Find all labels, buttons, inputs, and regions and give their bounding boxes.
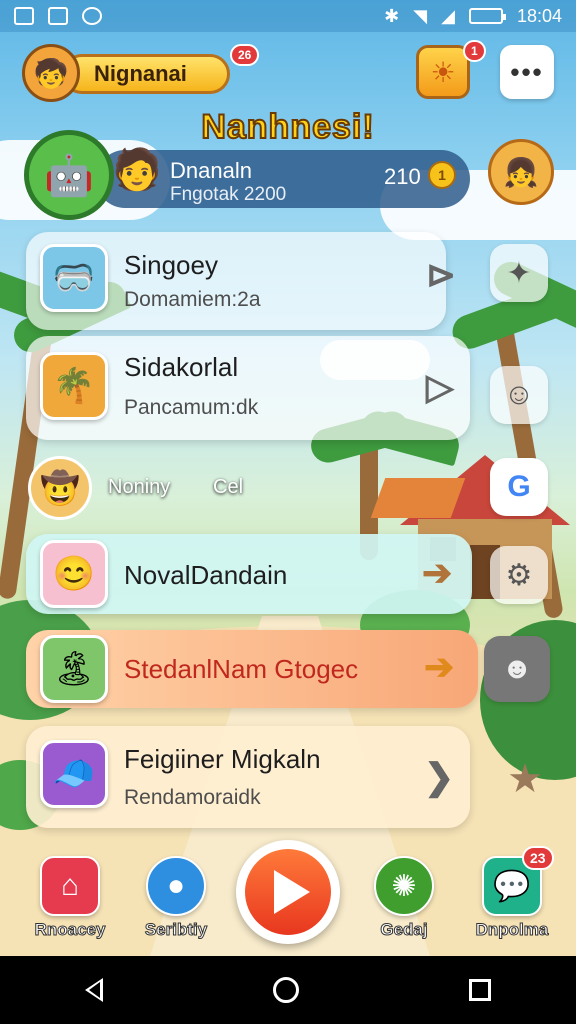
friend-row[interactable]: 🤠 Noniny Cel <box>28 456 278 520</box>
character-icon[interactable]: ☻ <box>484 636 550 702</box>
gear-icon[interactable]: ⚙ <box>490 546 548 604</box>
robot-face-icon: 😊 <box>40 540 108 608</box>
puzzle-icon[interactable]: ✦ <box>490 244 548 302</box>
sun-icon: ☀ <box>430 56 456 88</box>
player-badge-icon[interactable]: 🤖 <box>24 130 114 220</box>
player-subtitle: Fngotak 2200 <box>170 184 287 205</box>
dock-item-3[interactable]: ✺ Gedaj <box>364 856 444 940</box>
dock-label: Dnpolma <box>475 920 549 940</box>
orb-icon: ● <box>146 856 206 916</box>
arrow-right-icon: ➔ <box>422 552 453 593</box>
card-title: Sidakorlal <box>124 352 239 382</box>
profile-avatar[interactable]: 🧒 <box>22 44 80 102</box>
game-card-3[interactable]: 😊 NovalDandain ➔ <box>26 534 472 614</box>
more-icon: ••• <box>510 56 544 87</box>
face-icon[interactable]: ☺ <box>490 366 548 424</box>
friend-name: Noniny <box>108 476 171 498</box>
sun-button[interactable]: ☀ 1 <box>416 40 486 99</box>
chevron-right-icon: ❯ <box>424 756 455 797</box>
virus-icon: ✺ <box>374 856 434 916</box>
battery-icon <box>468 8 506 24</box>
card-subtitle: Pancamum:dk <box>124 396 259 419</box>
system-nav-bar <box>0 956 576 1024</box>
card-title: NovalDandain <box>124 560 288 590</box>
player-avatar: 🧑 <box>112 148 162 192</box>
card-subtitle: Rendamoraidk <box>124 786 261 809</box>
sun-badge: 1 <box>463 40 486 62</box>
dock-item-1[interactable]: ⌂ Rnoacey <box>30 856 110 940</box>
clock: 18:04 <box>516 5 562 26</box>
friend-status: Cel <box>213 476 244 498</box>
explorer-kid-icon: 🧢 <box>40 740 108 808</box>
profile-name: Nignanai <box>94 61 187 86</box>
island-scene-icon: 🏝 <box>40 635 108 703</box>
back-icon[interactable] <box>85 978 103 1002</box>
play-icon <box>274 870 310 914</box>
signal-icon: ◢ <box>441 5 455 26</box>
home-icon: ⌂ <box>40 856 100 916</box>
bottom-dock: ⌂ Rnoacey ● Seribtiy ✺ Gedaj 💬 23 Dnpolm… <box>0 840 576 956</box>
friend-avatar-top[interactable]: 👧 <box>488 139 554 205</box>
coin-icon: 1 <box>428 161 456 189</box>
dock-label: Seribtiy <box>144 920 208 940</box>
image-icon <box>14 7 34 25</box>
game-card-2[interactable]: 🌴 Sidakorlal Pancamum:dk ▷ <box>26 336 470 440</box>
goggles-kid-icon: 🥽 <box>40 244 108 312</box>
more-button[interactable]: ••• <box>500 45 554 99</box>
card-subtitle: Domamiem:2a <box>124 288 261 311</box>
card-title: StedanlNam Gtogec <box>124 654 359 684</box>
friend-avatar: 🤠 <box>28 456 92 520</box>
profile-badge: 26 <box>230 44 260 66</box>
dock-item-4[interactable]: 💬 23 Dnpolma <box>472 846 554 940</box>
arrow-right-icon: ➔ <box>424 646 455 687</box>
photo-icon <box>48 7 68 25</box>
coin-count: 210 <box>384 164 421 189</box>
google-icon[interactable]: G <box>490 458 548 516</box>
dock-item-2[interactable]: ● Seribtiy <box>136 856 216 940</box>
profile-pill[interactable]: 🧒 Nignanai 26 <box>22 44 260 102</box>
player-name: Dnanaln <box>170 158 252 183</box>
game-card-4[interactable]: 🏝 StedanlNam Gtogec ➔ <box>26 630 478 708</box>
status-bar: ✱ ◥ ◢ 18:04 <box>0 0 576 32</box>
card-title: Singoey <box>124 250 218 280</box>
arrow-right-icon: ▷ <box>426 366 454 407</box>
dock-label: Gedaj <box>380 920 428 940</box>
recents-icon[interactable] <box>469 979 491 1001</box>
game-card-1[interactable]: 🥽 Singoey Domamiem:2a ⊳ <box>26 232 456 330</box>
card-title: Feigiiner Migkaln <box>124 744 321 774</box>
dock-badge: 23 <box>522 846 554 870</box>
double-arrow-icon: ⊳ <box>426 254 457 295</box>
wifi-icon: ◥ <box>413 5 428 26</box>
game-card-5[interactable]: 🧢 Feigiiner Migkaln Rendamoraidk ❯ <box>26 726 470 828</box>
bluetooth-icon: ✱ <box>384 5 400 26</box>
play-button[interactable] <box>236 840 340 944</box>
dock-label: Rnoacey <box>34 920 106 940</box>
home-nav-icon[interactable] <box>273 977 299 1003</box>
alert-icon <box>82 7 102 25</box>
jungle-kid-icon: 🌴 <box>40 352 108 420</box>
star-icon[interactable]: ★ <box>496 750 554 808</box>
